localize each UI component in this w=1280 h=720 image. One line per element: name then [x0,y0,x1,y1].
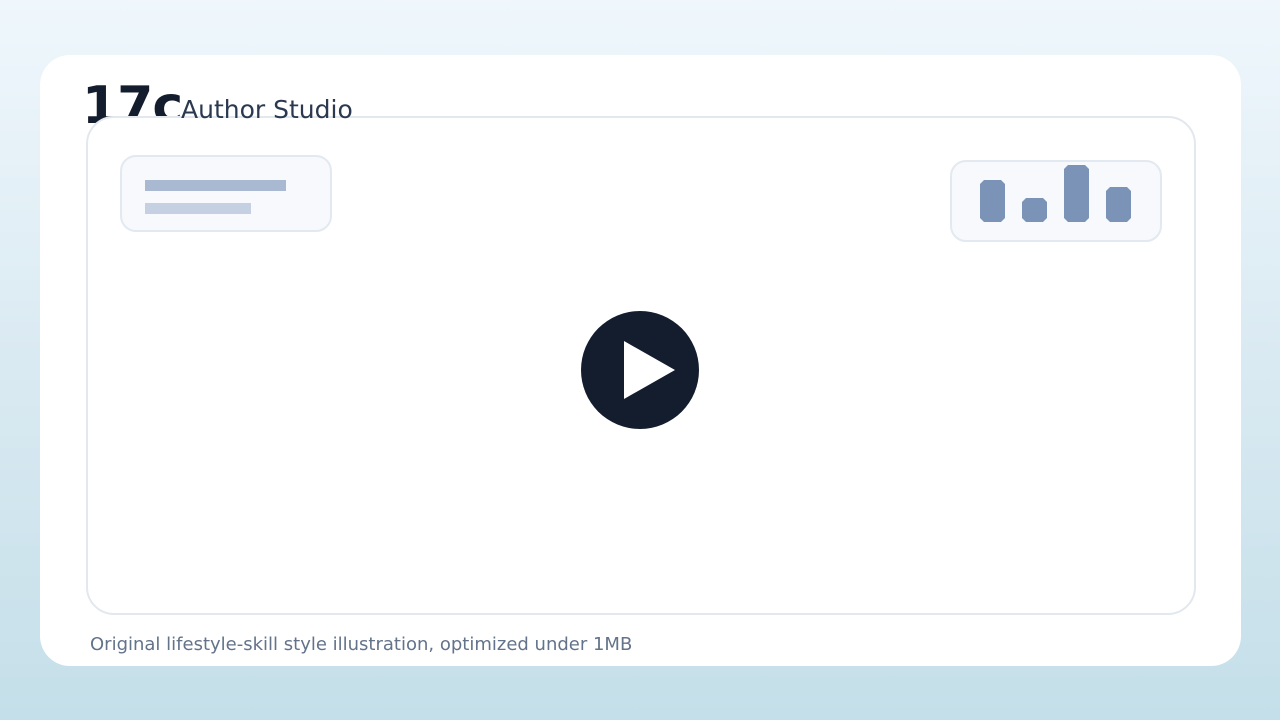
stats-bar-1 [980,180,1005,222]
stats-bar-3 [1064,165,1089,222]
text-placeholder-line-2 [145,203,251,214]
stats-bar-2 [1022,198,1047,222]
stats-card [950,160,1162,242]
stats-bar-4 [1106,187,1131,222]
illustration-caption: Original lifestyle-skill style illustrat… [90,634,633,655]
play-button[interactable] [581,311,699,429]
bar-chart-icon [980,165,1131,222]
text-placeholder-line-1 [145,180,286,191]
text-placeholder-card [120,155,332,232]
play-icon [624,341,675,399]
brand-name: Author Studio [181,95,353,124]
